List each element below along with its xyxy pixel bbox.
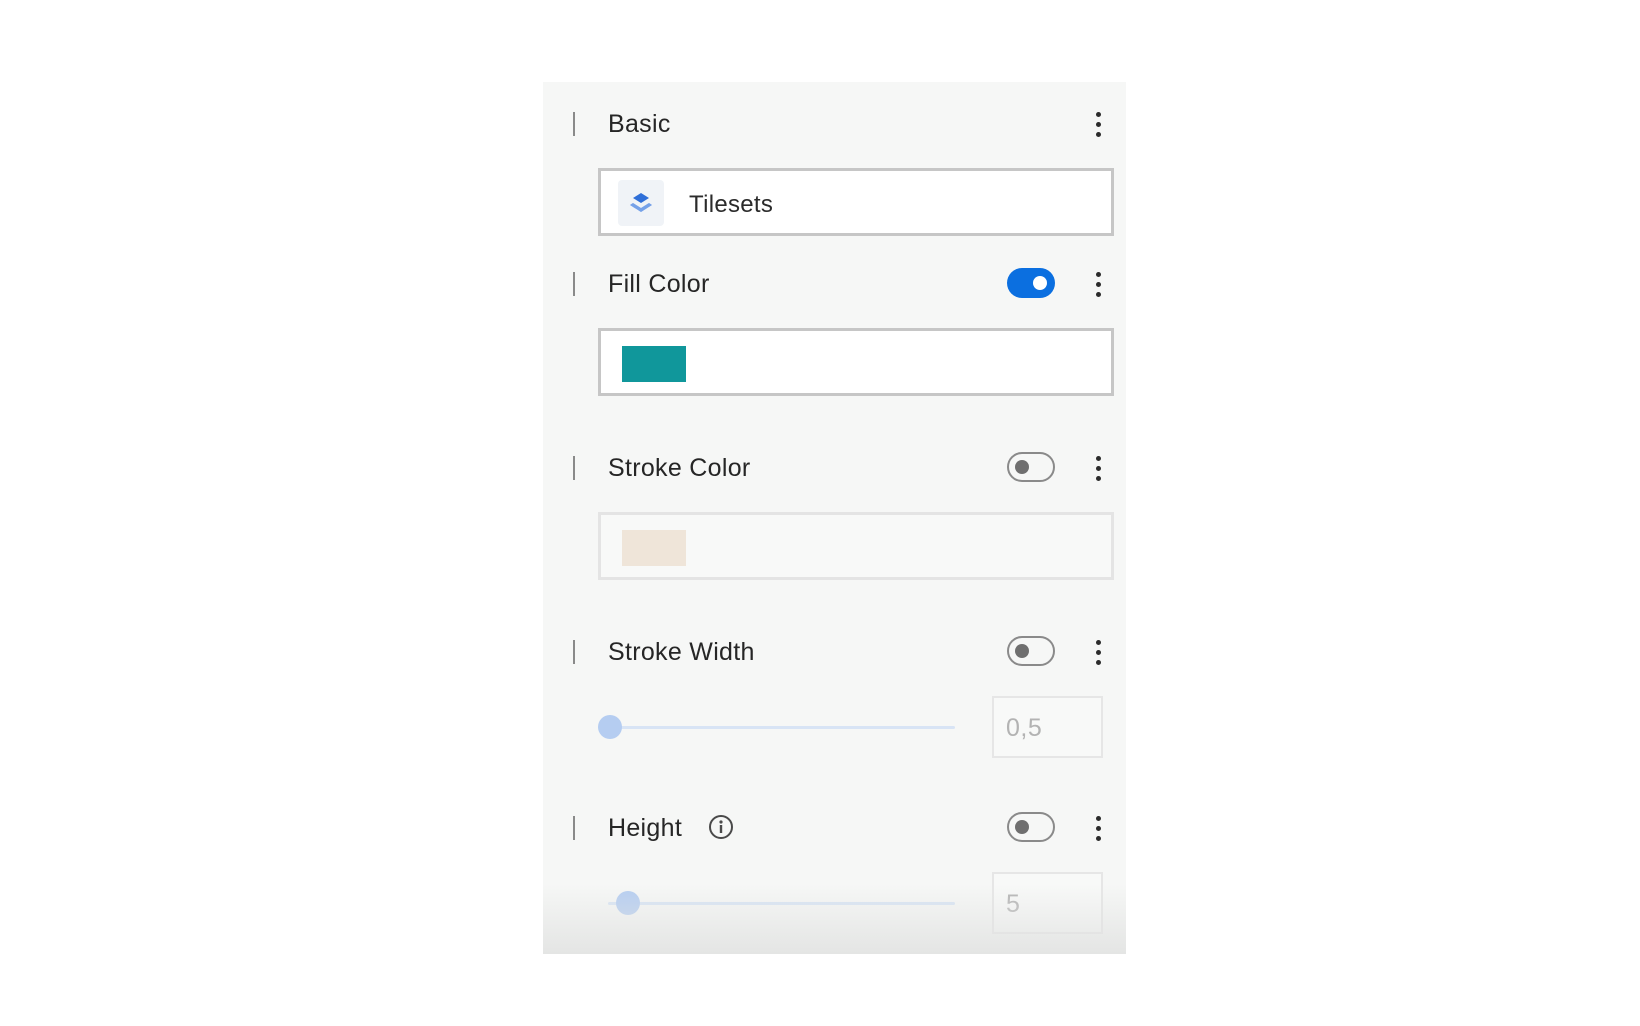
stroke-width-section-header: Stroke Width <box>543 632 1126 672</box>
stroke-width-toggle[interactable] <box>1007 636 1055 666</box>
toggle-knob <box>1033 276 1047 290</box>
fill-color-toggle[interactable] <box>1007 268 1055 298</box>
stroke-color-swatch[interactable] <box>622 530 686 566</box>
drag-handle[interactable] <box>573 112 575 136</box>
stroke-color-more-options-icon[interactable] <box>1088 452 1108 484</box>
fill-color-title: Fill Color <box>608 270 710 298</box>
stroke-width-slider-track[interactable] <box>598 726 955 729</box>
fill-color-swatch[interactable] <box>622 346 686 382</box>
stroke-color-title: Stroke Color <box>608 454 751 482</box>
stroke-width-input[interactable]: 0,5 <box>992 696 1103 758</box>
stroke-width-slider-thumb[interactable] <box>598 715 622 739</box>
height-section-header: Height <box>543 808 1126 848</box>
toggle-knob <box>1015 460 1029 474</box>
height-title: Height <box>608 814 683 842</box>
data-source-selector[interactable]: Tilesets <box>598 168 1114 236</box>
drag-handle[interactable] <box>573 816 575 840</box>
drag-handle[interactable] <box>573 456 575 480</box>
basic-section-header: Basic <box>543 104 1126 144</box>
fill-color-picker[interactable] <box>598 328 1114 396</box>
stroke-width-title: Stroke Width <box>608 638 755 666</box>
stroke-color-section-header: Stroke Color <box>543 448 1126 488</box>
basic-title: Basic <box>608 110 671 138</box>
height-more-options-icon[interactable] <box>1088 812 1108 844</box>
fill-color-section-header: Fill Color <box>543 264 1126 304</box>
fill-color-more-options-icon[interactable] <box>1088 268 1108 300</box>
basic-more-options-icon[interactable] <box>1088 108 1108 140</box>
data-source-label: Tilesets <box>689 191 774 218</box>
height-input[interactable]: 5 <box>992 872 1103 934</box>
height-slider-track[interactable] <box>608 902 955 905</box>
stroke-color-picker[interactable] <box>598 512 1114 580</box>
stroke-width-more-options-icon[interactable] <box>1088 636 1108 668</box>
info-icon[interactable] <box>708 814 734 840</box>
layers-icon <box>618 180 664 226</box>
drag-handle[interactable] <box>573 640 575 664</box>
toggle-knob <box>1015 820 1029 834</box>
stroke-color-toggle[interactable] <box>1007 452 1055 482</box>
drag-handle[interactable] <box>573 272 575 296</box>
height-toggle[interactable] <box>1007 812 1055 842</box>
layer-style-panel: Basic Tilesets Fill Color Stroke Color S… <box>543 82 1126 954</box>
toggle-knob <box>1015 644 1029 658</box>
height-slider-thumb[interactable] <box>615 891 640 915</box>
